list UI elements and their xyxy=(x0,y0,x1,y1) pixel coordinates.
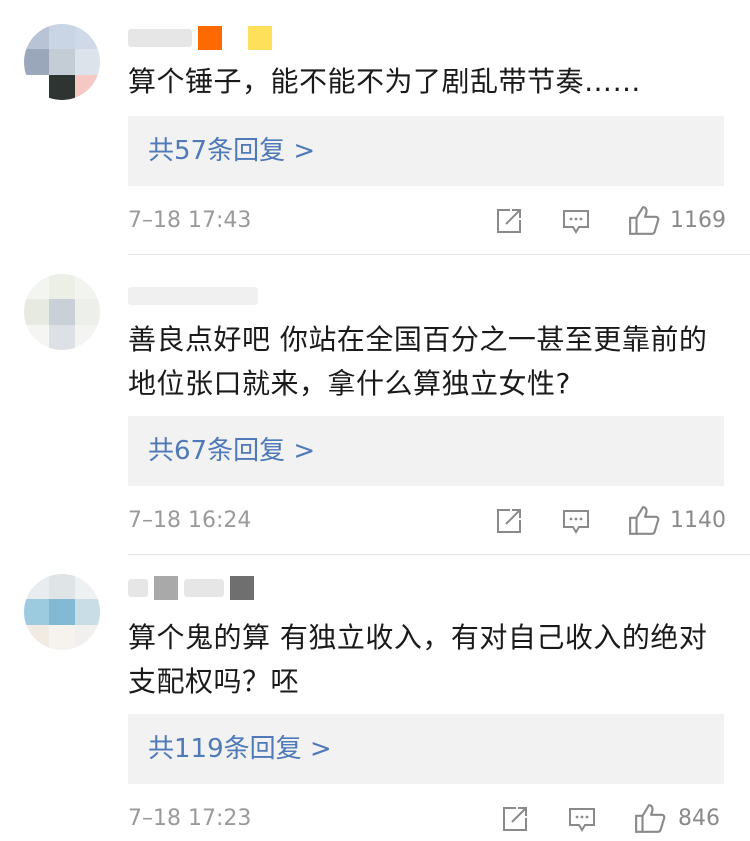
avatar-badge xyxy=(154,576,178,600)
username-blurred xyxy=(128,29,192,47)
avatar-badge xyxy=(230,576,254,600)
avatar[interactable] xyxy=(24,574,100,650)
comment-text: 算个鬼的算 有独立收入，有对自己收入的绝对支配权吗？呸 xyxy=(128,621,708,698)
username-row[interactable] xyxy=(128,284,258,308)
like-count: 1140 xyxy=(670,508,726,533)
timestamp: 7–18 17:23 xyxy=(128,806,252,831)
share-icon[interactable] xyxy=(494,206,524,236)
avatar[interactable] xyxy=(24,274,100,350)
comment-icon[interactable] xyxy=(561,206,591,236)
badge-icon xyxy=(248,26,272,50)
replies-label: 共67条回复 > xyxy=(148,436,316,466)
replies-button[interactable]: 共119条回复 > xyxy=(128,714,724,784)
username-blurred xyxy=(128,287,258,305)
share-icon[interactable] xyxy=(494,506,524,536)
timestamp: 7–18 17:43 xyxy=(128,208,252,233)
timestamp: 7–18 16:24 xyxy=(128,508,252,533)
like-count: 1169 xyxy=(670,208,726,233)
comment-icon[interactable] xyxy=(567,804,597,834)
like-count: 846 xyxy=(678,806,720,831)
username-blurred xyxy=(128,579,148,597)
badge-icon xyxy=(198,26,222,50)
thumbs-up-icon[interactable] xyxy=(634,802,666,834)
comment-icon[interactable] xyxy=(561,506,591,536)
comment-item: 善良点好吧 你站在全国百分之一甚至更靠前的地位张口就来，拿什么算独立女性? 共6… xyxy=(0,254,750,554)
username-blurred xyxy=(184,579,224,597)
avatar[interactable] xyxy=(24,24,100,100)
username-row[interactable] xyxy=(128,576,254,600)
comment-item: 算个锤子，能不能不为了剧乱带节奏…… 共57条回复 > 7–18 17:43 1… xyxy=(0,0,750,254)
replies-button[interactable]: 共67条回复 > xyxy=(128,416,724,486)
comment-text: 算个锤子，能不能不为了剧乱带节奏…… xyxy=(128,65,642,98)
replies-label: 共57条回复 > xyxy=(148,136,316,166)
thumbs-up-icon[interactable] xyxy=(628,504,660,536)
thumbs-up-icon[interactable] xyxy=(628,204,660,236)
share-icon[interactable] xyxy=(500,804,530,834)
comment-item: 算个鬼的算 有独立收入，有对自己收入的绝对支配权吗？呸 共119条回复 > 7–… xyxy=(0,554,750,841)
replies-button[interactable]: 共57条回复 > xyxy=(128,116,724,186)
replies-label: 共119条回复 > xyxy=(148,734,332,764)
comment-text: 善良点好吧 你站在全国百分之一甚至更靠前的地位张口就来，拿什么算独立女性? xyxy=(128,323,708,400)
username-row[interactable] xyxy=(128,26,272,50)
